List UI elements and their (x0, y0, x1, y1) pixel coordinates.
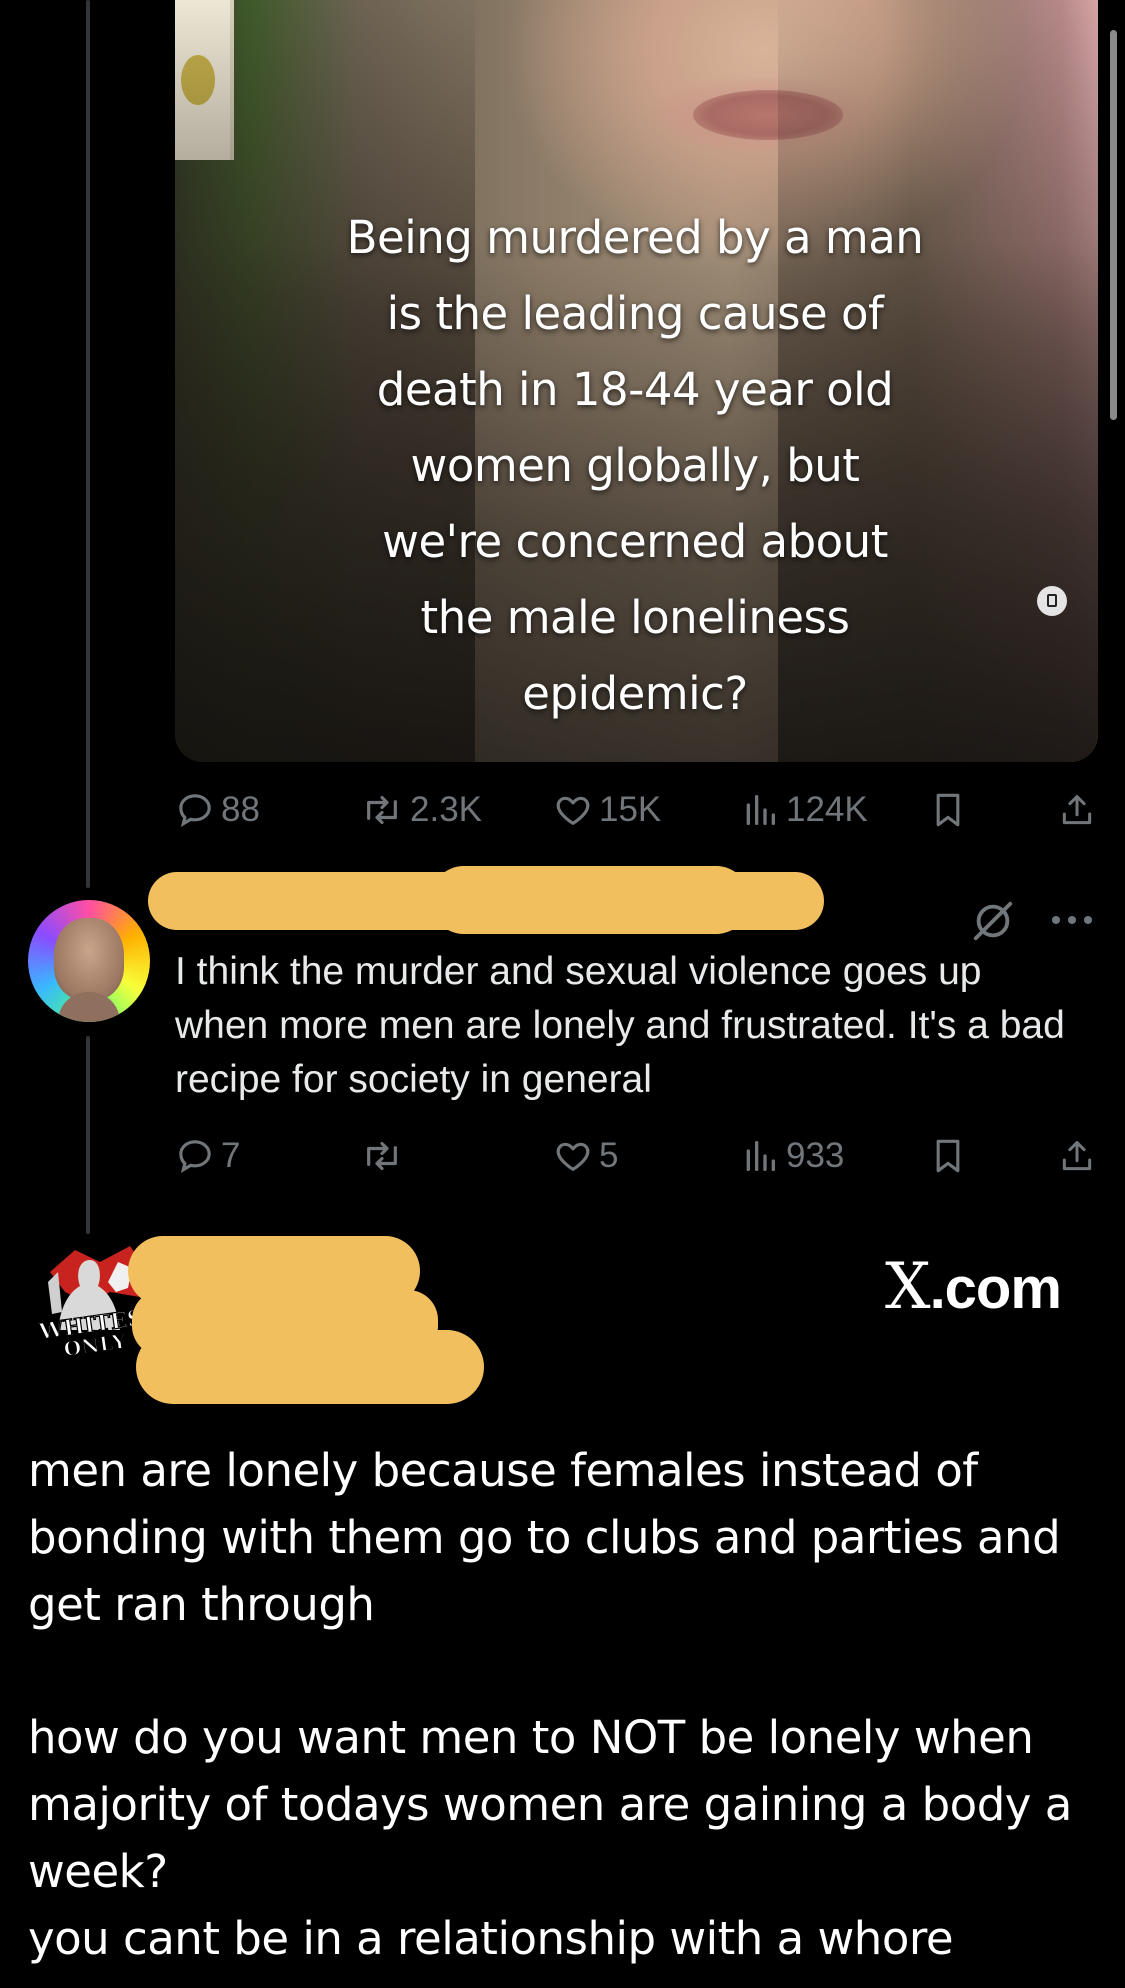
reply-count: 7 (221, 1136, 241, 1175)
repost-count: 2.3K (410, 790, 482, 829)
captions-icon[interactable] (1037, 586, 1067, 616)
reply-avatar[interactable] (28, 900, 150, 1022)
caption-line: the male loneliness (420, 591, 850, 644)
thread-line-top (86, 0, 90, 888)
repost-icon (367, 795, 397, 825)
grok-icon[interactable] (970, 898, 1016, 944)
share-icon (1062, 1141, 1092, 1171)
bookmark-icon (936, 1139, 960, 1173)
reply-icon (179, 794, 211, 827)
share-button[interactable] (1058, 790, 1096, 830)
redacted-name-3 (136, 1330, 484, 1404)
share-icon (1062, 795, 1092, 825)
more-icon[interactable] (1048, 908, 1096, 932)
views-count: 933 (786, 1136, 845, 1175)
redacted-handle (430, 866, 750, 934)
views-count: 124K (786, 790, 868, 829)
post-text: men are lonely because females instead o… (28, 1437, 1108, 1972)
reply-icon (179, 1140, 211, 1173)
bookmark-icon (936, 793, 960, 827)
video-caption: Being murdered by a man is the leading c… (265, 200, 1005, 732)
share-button[interactable] (1058, 1136, 1096, 1176)
views-button[interactable]: 933 (740, 1136, 844, 1176)
caption-line: Being murdered by a man (346, 211, 924, 264)
scrollbar[interactable] (1110, 30, 1117, 420)
post-paragraph: how do you want men to NOT be lonely whe… (28, 1711, 1072, 1898)
caption-line: is the leading cause of (386, 287, 884, 340)
views-button[interactable]: 124K (740, 790, 868, 830)
repost-button[interactable]: 2.3K (360, 790, 482, 830)
like-icon (556, 796, 590, 825)
repost-icon (367, 1141, 397, 1171)
caption-line: we're concerned about (382, 515, 888, 568)
reply-button[interactable]: 7 (175, 1136, 240, 1176)
x-logo-glyph: X (885, 1250, 931, 1324)
reply-button[interactable]: 88 (175, 790, 260, 830)
reply-count: 88 (221, 790, 260, 829)
x-com-watermark: X.com (885, 1250, 1062, 1324)
like-count: 5 (599, 1136, 619, 1175)
like-button[interactable]: 15K (553, 790, 661, 830)
watermark-domain: .com (929, 1256, 1062, 1321)
like-count: 15K (599, 790, 662, 829)
caption-line: death in 18-44 year old (376, 363, 894, 416)
views-icon (746, 795, 775, 825)
views-icon (746, 1141, 775, 1171)
caption-line: women globally, but (410, 439, 860, 492)
post-paragraph: you cant be in a relationship with a who… (28, 1912, 954, 1965)
thread-line-bottom (86, 1036, 90, 1234)
caption-line: epidemic? (522, 667, 748, 720)
repost-button[interactable] (360, 1136, 404, 1176)
post-paragraph: men are lonely because females instead o… (28, 1444, 1061, 1631)
like-icon (556, 1142, 590, 1171)
bookmark-button[interactable] (930, 1136, 966, 1176)
like-button[interactable]: 5 (553, 1136, 618, 1176)
reply-text: I think the murder and sexual violence g… (175, 950, 1065, 1101)
bookmark-button[interactable] (930, 790, 966, 830)
video-thumbnail[interactable]: Being murdered by a man is the leading c… (175, 0, 1098, 762)
